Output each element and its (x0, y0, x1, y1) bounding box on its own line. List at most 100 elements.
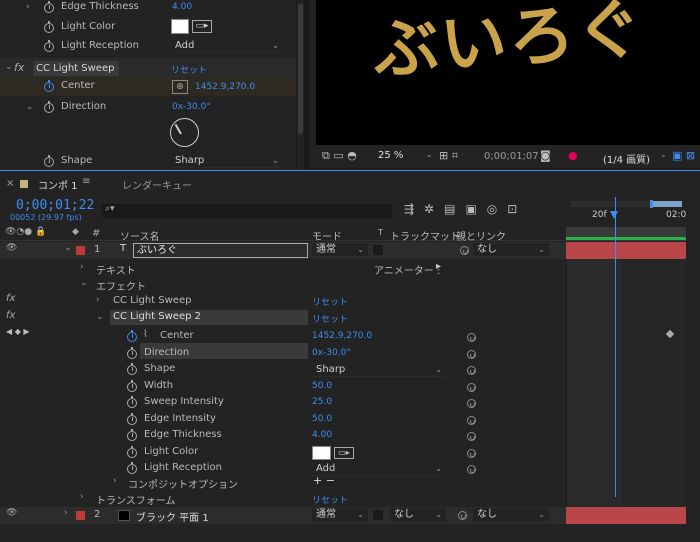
col-parent[interactable]: 親とリンク (456, 228, 506, 243)
transform-reset[interactable]: リセット (312, 493, 348, 506)
fx2-reset[interactable]: リセット (312, 312, 348, 325)
current-timecode[interactable]: 0;00;01;22 (16, 198, 94, 213)
playhead-line[interactable] (615, 197, 616, 497)
fx-icon[interactable]: fx (6, 293, 15, 304)
property-dropdown[interactable]: Sharp ⌄ (312, 363, 446, 377)
fx2-label[interactable]: CC Light Sweep 2 (113, 311, 201, 322)
stopwatch-icon[interactable] (127, 446, 137, 458)
collapse-arrow-icon[interactable]: ⌄ (26, 102, 34, 112)
play-icon[interactable]: ▸ (436, 261, 441, 272)
layer-color-label[interactable] (76, 246, 85, 255)
collapse-arrow-icon[interactable]: ⌄ (5, 62, 13, 72)
angle-dial[interactable] (170, 118, 199, 147)
stopwatch-icon[interactable] (127, 363, 137, 375)
stopwatch-icon[interactable] (44, 40, 54, 52)
layer-bar[interactable] (566, 242, 686, 259)
col-source-name[interactable]: ソース名 (120, 228, 160, 243)
expression-pickwhip-icon[interactable] (467, 366, 476, 375)
graph-icon[interactable]: ⌇ (143, 329, 148, 340)
resolution-dropdown[interactable]: (1/4 画質) (603, 151, 650, 166)
col-trackmatte[interactable]: トラックマット (390, 228, 460, 243)
close-icon[interactable]: × (6, 178, 14, 189)
collapse-arrow-icon[interactable]: ⌄ (64, 243, 72, 253)
expression-pickwhip-icon[interactable] (467, 416, 476, 425)
viewer-timecode[interactable]: 0;00;01;07 (484, 151, 539, 162)
expression-pickwhip-icon[interactable] (467, 333, 476, 342)
layer-name-field[interactable]: ぶいろぐ (133, 243, 308, 258)
stopwatch-icon[interactable] (127, 396, 137, 408)
expression-pickwhip-icon[interactable] (467, 350, 476, 359)
trackmatte-swatch[interactable] (373, 245, 383, 255)
stopwatch-icon[interactable] (127, 347, 137, 359)
layer-name[interactable]: ブラック 平面 1 (136, 509, 209, 524)
edge-thickness-value[interactable]: 4.00 (172, 2, 192, 12)
stopwatch-icon[interactable] (127, 413, 137, 425)
property-value[interactable]: 50.0 (312, 381, 332, 391)
pickwhip-icon[interactable] (460, 246, 469, 255)
mode-dropdown[interactable]: 通常 ⌄ (312, 508, 368, 522)
channel-icon[interactable]: ● (568, 149, 578, 162)
shape-dropdown[interactable]: Sharp ⌄ (171, 154, 283, 168)
expand-arrow-icon[interactable]: › (64, 508, 68, 518)
crosshair-icon[interactable]: ⊕ (172, 80, 188, 94)
mode-dropdown[interactable]: 通常 ⌄ (312, 243, 368, 257)
eye-icon[interactable]: 👁 (6, 508, 17, 518)
scrollbar[interactable] (297, 0, 304, 170)
stopwatch-icon[interactable] (44, 101, 54, 113)
stopwatch-icon[interactable] (44, 1, 54, 13)
fx-icon[interactable]: fx (14, 61, 24, 74)
center-value[interactable]: 1452.9,270.0 (195, 82, 255, 92)
pickwhip-icon[interactable] (458, 511, 467, 520)
parent-dropdown[interactable]: なし ⌄ (473, 243, 549, 257)
search-input[interactable]: ⌕▾ (102, 204, 392, 218)
snapshot-icon[interactable]: ◙ (540, 149, 551, 162)
stopwatch-icon[interactable] (127, 429, 137, 441)
trackmatte-swatch[interactable] (373, 510, 383, 520)
expression-pickwhip-icon[interactable] (467, 449, 476, 458)
stopwatch-icon[interactable] (44, 21, 54, 33)
property-value[interactable]: 50.0 (312, 414, 332, 424)
property-value[interactable]: 0x-30.0° (312, 348, 351, 358)
time-ruler[interactable]: 20f 02:0 (566, 196, 700, 226)
collapse-arrow-icon[interactable]: ⌄ (80, 278, 88, 288)
light-reception-dropdown[interactable]: Add ⌄ (171, 39, 283, 53)
eye-icon[interactable]: 👁 (6, 243, 17, 253)
expand-arrow-icon[interactable]: › (26, 2, 30, 12)
region-icon[interactable]: ▣ ⊠ (672, 149, 695, 162)
scrollbar-thumb[interactable] (298, 4, 303, 134)
layer-row[interactable]: 👁 › 2 ブラック 平面 1 通常 ⌄ なし ⌄ なし ⌄ (0, 507, 566, 524)
property-value[interactable]: 25.0 (312, 397, 332, 407)
reset-link[interactable]: リセット (171, 63, 207, 76)
direction-value[interactable]: 0x-30.0° (172, 102, 211, 112)
composite-add-remove[interactable]: + − (313, 474, 335, 487)
tab-menu-icon[interactable]: ≡ (82, 176, 90, 187)
expand-arrow-icon[interactable]: › (80, 492, 84, 502)
work-area-handle[interactable] (650, 200, 653, 208)
expand-arrow-icon[interactable]: › (96, 295, 100, 305)
effect-name-label[interactable]: CC Light Sweep 2 (33, 61, 119, 89)
col-mode[interactable]: モード (312, 228, 342, 243)
keyframe-navigator[interactable]: ◀ ◆ ▶ (6, 327, 30, 336)
fx1-reset[interactable]: リセット (312, 295, 348, 308)
stopwatch-icon[interactable] (44, 80, 54, 92)
grid-icons[interactable]: ⊞ ⌗ (439, 149, 458, 163)
parent-dropdown[interactable]: なし ⌄ (473, 508, 549, 522)
trackmatte-dropdown[interactable]: なし ⌄ (390, 508, 446, 522)
zoom-dropdown[interactable]: 25 % ⌄ (378, 150, 436, 164)
fx-icon[interactable]: fx (6, 310, 15, 321)
expand-arrow-icon[interactable]: › (80, 262, 84, 272)
collapse-arrow-icon[interactable]: ⌄ (96, 312, 104, 322)
eyedropper-icon[interactable]: ▭▸ (192, 20, 212, 33)
light-color-swatch[interactable] (171, 19, 189, 34)
expression-pickwhip-icon[interactable] (467, 465, 476, 474)
color-swatch[interactable] (312, 446, 331, 460)
layer-row[interactable]: 👁 ⌄ 1 T ぶいろぐ 通常 ⌄ なし ⌄ (0, 242, 566, 259)
work-area-bar[interactable] (570, 200, 682, 208)
playhead-marker[interactable] (610, 211, 618, 219)
property-value[interactable]: 4.00 (312, 430, 332, 440)
expression-pickwhip-icon[interactable] (467, 383, 476, 392)
property-value[interactable]: 1452.9,270.0 (312, 331, 372, 341)
viewer-canvas[interactable]: ぶいろぐ (316, 0, 700, 145)
layer-bar[interactable] (566, 507, 686, 524)
stopwatch-icon[interactable] (44, 155, 54, 167)
